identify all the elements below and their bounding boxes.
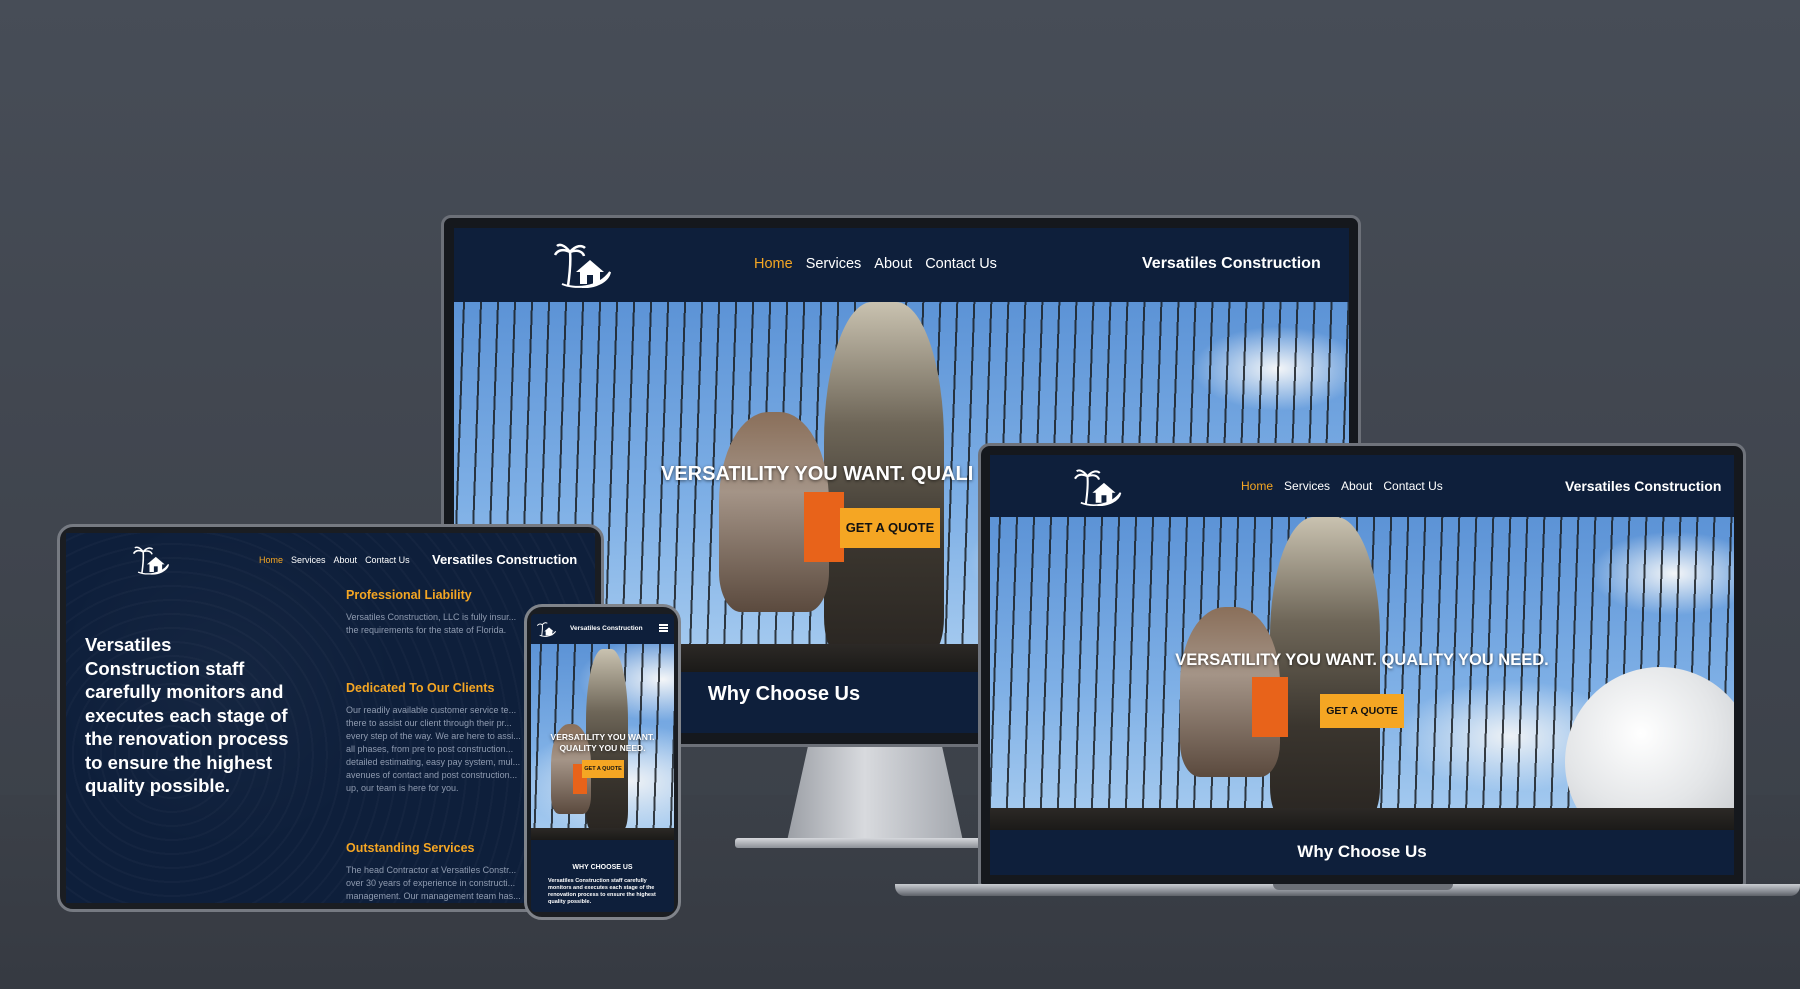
brand-name: Versatiles Construction <box>432 552 578 567</box>
intro-statement: Versatiles Construction staff carefully … <box>85 634 289 796</box>
nav-contact-us[interactable]: Contact Us <box>925 256 997 272</box>
nav-services[interactable]: Services <box>806 256 862 272</box>
why-choose-us-heading: WHY CHOOSE US <box>572 864 633 871</box>
get-a-quote-button[interactable]: GET A QUOTE <box>840 508 940 548</box>
main-nav: Home Services About Contact Us <box>1241 479 1443 493</box>
phone-screen: Versatiles Construction VERSATILITY YOU … <box>531 614 674 912</box>
feature-title: Professional Liability <box>346 588 472 602</box>
nav-home[interactable]: Home <box>259 555 283 565</box>
intro-statement: Versatiles Construction staff carefully … <box>548 878 656 905</box>
nav-about[interactable]: About <box>874 256 912 272</box>
feature-body: Versatiles Construction, LLC is fully in… <box>346 612 517 635</box>
site-header: Home Services About Contact Us Versatile… <box>990 455 1734 517</box>
hero-section: VERSATILITY YOU WANT. QUALITY YOU NEED. … <box>990 517 1734 830</box>
hero-section: VERSATILITY YOU WANT. QUALITY YOU NEED. … <box>531 644 674 840</box>
brand-name: Versatiles Construction <box>570 625 643 632</box>
feature-body: Our readily available customer service t… <box>346 705 521 793</box>
safety-vest <box>804 492 844 562</box>
main-nav: Home Services About Contact Us <box>259 555 410 565</box>
nav-home[interactable]: Home <box>1241 479 1273 493</box>
hero-headline-line2: QUALITY YOU NEED. <box>559 743 646 753</box>
palm-house-logo-icon[interactable] <box>537 621 557 637</box>
nav-contact-us[interactable]: Contact Us <box>1383 479 1442 493</box>
monitor-stand-base <box>735 838 1015 848</box>
main-nav: Home Services About Contact Us <box>754 256 997 272</box>
nav-services[interactable]: Services <box>291 555 326 565</box>
why-choose-us-heading: Why Choose Us <box>1297 842 1427 861</box>
nav-home[interactable]: Home <box>754 256 793 272</box>
tablet-screen: Home Services About Contact Us Versatile… <box>66 533 595 903</box>
nav-contact-us[interactable]: Contact Us <box>365 555 410 565</box>
palm-house-logo-icon[interactable] <box>554 242 614 288</box>
nav-about[interactable]: About <box>1341 479 1372 493</box>
concrete-deck <box>531 828 674 840</box>
monitor-stand <box>786 747 964 842</box>
brand-name: Versatiles Construction <box>1142 255 1321 272</box>
site-header: Home Services About Contact Us Versatile… <box>454 228 1349 302</box>
safety-vest <box>1252 677 1288 737</box>
palm-house-logo-icon[interactable] <box>1074 468 1124 506</box>
concrete-deck <box>990 808 1734 830</box>
hamburger-menu-icon[interactable] <box>659 624 668 632</box>
laptop-hinge-notch <box>1273 884 1453 890</box>
laptop-screen: Home Services About Contact Us Versatile… <box>990 455 1734 875</box>
nav-about[interactable]: About <box>334 555 358 565</box>
hero-headline-line1: VERSATILITY YOU WANT. <box>550 732 655 742</box>
why-section: Why Choose Us <box>990 830 1734 875</box>
hero-headline: VERSATILITY YOU WANT. QUALITY YOU NEED. <box>1175 651 1549 669</box>
brand-name: Versatiles Construction <box>1565 478 1722 494</box>
get-a-quote-button[interactable]: GET A QUOTE <box>582 760 624 778</box>
site-header: Versatiles Construction <box>531 614 674 644</box>
get-a-quote-button[interactable]: GET A QUOTE <box>1320 694 1404 728</box>
feature-body: The head Contractor at Versatiles Constr… <box>346 865 521 901</box>
palm-house-logo-icon[interactable] <box>133 545 171 575</box>
hero-headline: VERSATILITY YOU WANT. QUALI <box>661 463 974 485</box>
nav-services[interactable]: Services <box>1284 479 1330 493</box>
